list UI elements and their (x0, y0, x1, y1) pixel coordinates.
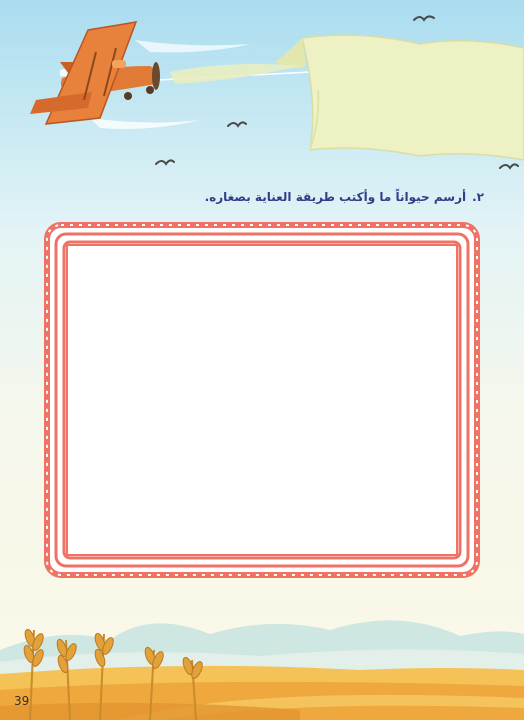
drawing-area[interactable] (70, 248, 454, 552)
exercise-number: ٢. (472, 190, 484, 204)
bird-icon (413, 15, 435, 22)
drawing-frame (44, 222, 480, 578)
banner-icon (170, 34, 524, 161)
biplane-icon (30, 21, 160, 125)
page-number: 39 (14, 694, 30, 708)
bird-icon (499, 163, 519, 170)
cloud-streak (135, 40, 250, 53)
cloud-streak (90, 118, 200, 129)
exercise-text: أرسم حيواناً ما وأكتب طريقة العناية بصغا… (204, 190, 467, 204)
landscape-scene (0, 620, 524, 720)
bird-icon (227, 121, 247, 128)
exercise-instruction: ٢. أرسم حيواناً ما وأكتب طريقة العناية بص… (54, 190, 484, 204)
bird-icon (155, 159, 175, 166)
sky-scene (30, 15, 524, 170)
